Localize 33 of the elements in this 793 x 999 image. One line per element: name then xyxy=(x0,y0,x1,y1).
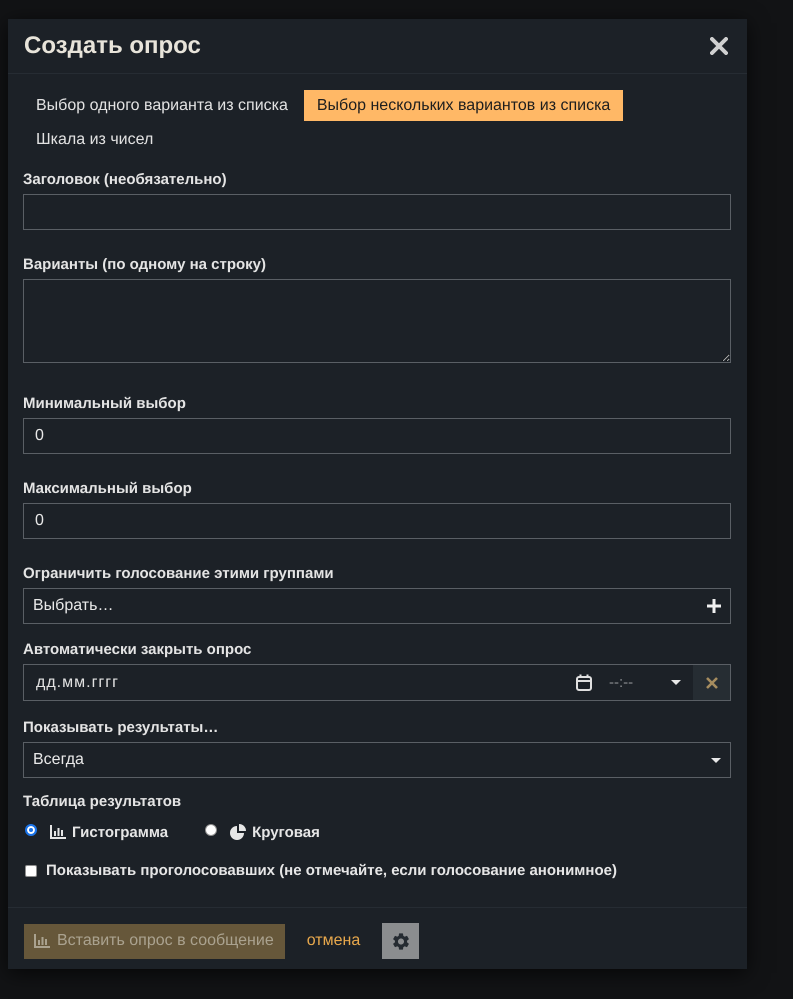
close-icon[interactable] xyxy=(710,37,728,55)
title-input-field[interactable] xyxy=(23,194,731,230)
radio-label[interactable]: Гистограмма xyxy=(72,824,168,840)
number-input-field[interactable]: 0 xyxy=(23,418,731,454)
pie-chart-icon xyxy=(230,824,246,840)
bar-chart-icon xyxy=(50,825,66,839)
settings-icon xyxy=(392,932,409,950)
poll-type-tab[interactable]: Выбор нескольких вариантов из списка xyxy=(304,90,624,121)
checkbox-label[interactable]: Показывать проголосовавших (не отмечайте, если голосование анонимное) xyxy=(46,862,617,879)
field-label: Минимальный выбор xyxy=(23,395,186,413)
cancel-link[interactable]: отмена xyxy=(306,932,360,950)
poll-type-tab[interactable]: Шкала из чисел xyxy=(23,121,166,155)
bar-chart-icon xyxy=(34,934,50,948)
caret-icon xyxy=(711,758,721,762)
group-picker[interactable]: Выбрать… xyxy=(23,588,731,624)
field-label: Максимальный выбор xyxy=(23,480,192,498)
radio-button[interactable] xyxy=(25,824,37,836)
field-label: Показывать результаты… xyxy=(23,719,218,737)
radio-label[interactable]: Круговая xyxy=(252,824,320,840)
checkbox[interactable] xyxy=(25,864,37,876)
results-select[interactable]: Всегда xyxy=(23,742,731,778)
poll-type-tab[interactable]: Выбор одного варианта из списка xyxy=(23,90,301,121)
field-label: Варианты (по одному на строку) xyxy=(23,256,266,274)
plus-icon xyxy=(707,599,721,613)
radio-button[interactable] xyxy=(205,824,218,836)
field-label: Ограничить голосование этими группами xyxy=(23,565,334,583)
options-textarea[interactable] xyxy=(23,279,731,363)
field-label: Автоматически закрыть опрос xyxy=(23,641,252,659)
number-input-field[interactable]: 0 xyxy=(23,503,731,539)
dialog-title: Создать опрос xyxy=(24,32,201,60)
field-label: Таблица результатов xyxy=(23,793,182,811)
field-label: Заголовок (необязательно) xyxy=(23,171,227,189)
settings-button[interactable] xyxy=(382,923,420,959)
